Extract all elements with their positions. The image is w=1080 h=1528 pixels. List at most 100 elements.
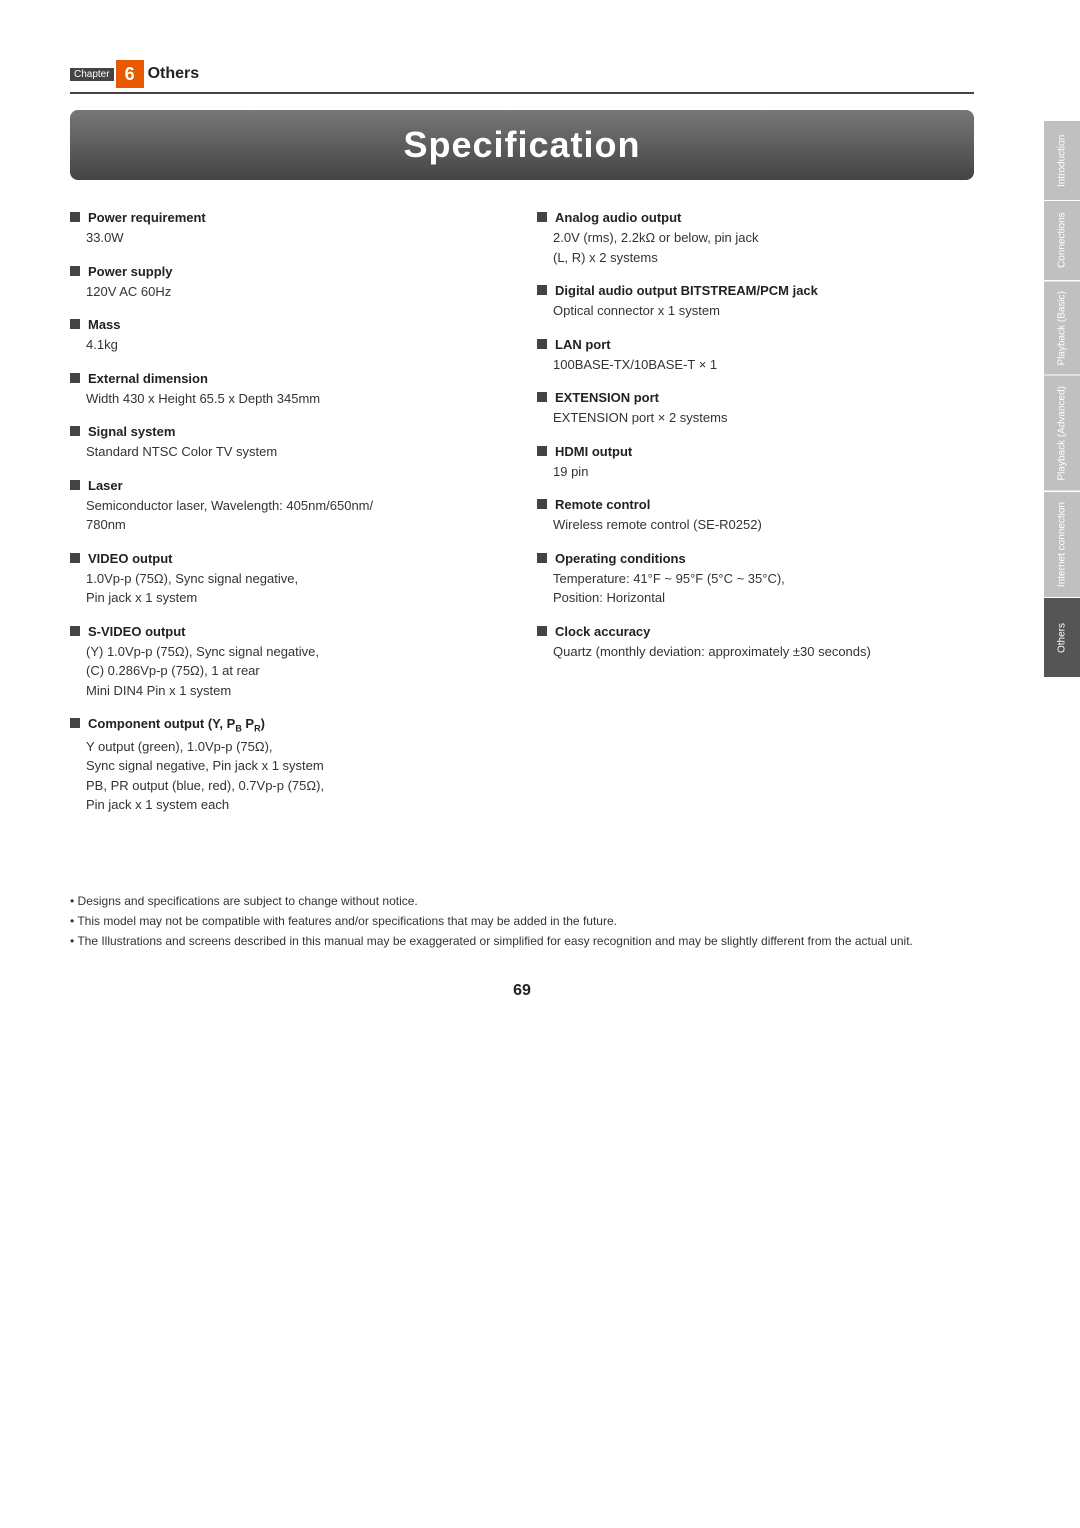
spec-bullet-icon: [537, 285, 547, 295]
spec-value: 19 pin: [537, 462, 974, 482]
spec-value: (Y) 1.0Vp-p (75Ω), Sync signal negative,…: [70, 642, 507, 701]
spec-label-text: Component output (Y, PB PR): [88, 716, 265, 734]
spec-bullet-icon: [537, 553, 547, 563]
spec-value: 2.0V (rms), 2.2kΩ or below, pin jack(L, …: [537, 228, 974, 267]
spec-label: EXTENSION port: [537, 390, 974, 405]
spec-label-text: HDMI output: [555, 444, 632, 459]
spec-item-left-1: Power supply 120V AC 60Hz: [70, 264, 507, 302]
spec-item-right-4: HDMI output 19 pin: [537, 444, 974, 482]
spec-bullet-icon: [537, 499, 547, 509]
spec-label: Operating conditions: [537, 551, 974, 566]
spec-label: Component output (Y, PB PR): [70, 716, 507, 734]
spec-label: LAN port: [537, 337, 974, 352]
spec-bullet-icon: [537, 392, 547, 402]
sidebar-tabs: Introduction Connections Playback (Basic…: [1044, 120, 1080, 677]
main-content: Chapter 6 Others Specification Power req…: [0, 0, 1034, 1060]
spec-label: Analog audio output: [537, 210, 974, 225]
page-title: Specification: [90, 124, 954, 166]
chapter-number: 6: [116, 60, 144, 88]
spec-label: Remote control: [537, 497, 974, 512]
footer-note-1: This model may not be compatible with fe…: [70, 911, 974, 931]
spec-label-text: Analog audio output: [555, 210, 681, 225]
chapter-title: Others: [148, 65, 200, 83]
spec-label-text: Mass: [88, 317, 121, 332]
spec-label: Power supply: [70, 264, 507, 279]
spec-label-text: Power requirement: [88, 210, 206, 225]
spec-item-left-7: S-VIDEO output (Y) 1.0Vp-p (75Ω), Sync si…: [70, 624, 507, 701]
spec-bullet-icon: [70, 626, 80, 636]
sidebar-tab-playback-basic[interactable]: Playback (Basic): [1044, 280, 1080, 375]
page-number: 69: [70, 982, 974, 1000]
spec-value: Y output (green), 1.0Vp-p (75Ω),Sync sig…: [70, 737, 507, 815]
spec-item-right-7: Clock accuracy Quartz (monthly deviation:…: [537, 624, 974, 662]
spec-bullet-icon: [70, 266, 80, 276]
sidebar-tab-connections[interactable]: Connections: [1044, 200, 1080, 280]
spec-label-text: EXTENSION port: [555, 390, 659, 405]
spec-bullet-icon: [537, 446, 547, 456]
spec-item-left-5: Laser Semiconductor laser, Wavelength: 40…: [70, 478, 507, 535]
spec-label-text: Digital audio output BITSTREAM/PCM jack: [555, 283, 818, 298]
spec-label: Signal system: [70, 424, 507, 439]
spec-item-left-3: External dimension Width 430 x Height 65.…: [70, 371, 507, 409]
spec-label: VIDEO output: [70, 551, 507, 566]
spec-item-right-3: EXTENSION port EXTENSION port × 2 systems: [537, 390, 974, 428]
spec-label-text: Operating conditions: [555, 551, 686, 566]
spec-value: Optical connector x 1 system: [537, 301, 974, 321]
spec-label: External dimension: [70, 371, 507, 386]
spec-value: Wireless remote control (SE-R0252): [537, 515, 974, 535]
spec-bullet-icon: [537, 212, 547, 222]
spec-label-text: Laser: [88, 478, 123, 493]
spec-bullet-icon: [537, 339, 547, 349]
spec-label-text: Power supply: [88, 264, 173, 279]
spec-item-left-8: Component output (Y, PB PR) Y output (gre…: [70, 716, 507, 815]
spec-label-text: Clock accuracy: [555, 624, 650, 639]
spec-value: Standard NTSC Color TV system: [70, 442, 507, 462]
spec-bullet-icon: [70, 212, 80, 222]
spec-bullet-icon: [70, 480, 80, 490]
spec-value: 4.1kg: [70, 335, 507, 355]
spec-col-right: Analog audio output 2.0V (rms), 2.2kΩ or …: [537, 210, 974, 831]
spec-bullet-icon: [70, 553, 80, 563]
spec-bullet-icon: [70, 426, 80, 436]
spec-item-right-0: Analog audio output 2.0V (rms), 2.2kΩ or …: [537, 210, 974, 267]
sidebar-tab-introduction[interactable]: Introduction: [1044, 120, 1080, 200]
spec-value: 100BASE-TX/10BASE-T × 1: [537, 355, 974, 375]
spec-label: Mass: [70, 317, 507, 332]
spec-value: 120V AC 60Hz: [70, 282, 507, 302]
spec-bullet-icon: [70, 319, 80, 329]
spec-label-text: Signal system: [88, 424, 175, 439]
spec-label: Digital audio output BITSTREAM/PCM jack: [537, 283, 974, 298]
spec-label-text: VIDEO output: [88, 551, 173, 566]
spec-item-left-6: VIDEO output 1.0Vp-p (75Ω), Sync signal n…: [70, 551, 507, 608]
footer-note-2: The Illustrations and screens described …: [70, 931, 974, 951]
spec-item-right-6: Operating conditions Temperature: 41°F ~ …: [537, 551, 974, 608]
spec-value: Temperature: 41°F ~ 95°F (5°C ~ 35°C),Po…: [537, 569, 974, 608]
sidebar-tab-internet[interactable]: Internet connection: [1044, 491, 1080, 597]
spec-value: Quartz (monthly deviation: approximately…: [537, 642, 974, 662]
spec-label: Power requirement: [70, 210, 507, 225]
chapter-header: Chapter 6 Others: [70, 60, 974, 94]
spec-value: 1.0Vp-p (75Ω), Sync signal negative,Pin …: [70, 569, 507, 608]
spec-label: Laser: [70, 478, 507, 493]
spec-columns: Power requirement 33.0W Power supply 120V A…: [70, 210, 974, 831]
spec-bullet-icon: [70, 718, 80, 728]
spec-label: S-VIDEO output: [70, 624, 507, 639]
footer-note-0: Designs and specifications are subject t…: [70, 891, 974, 911]
spec-item-right-1: Digital audio output BITSTREAM/PCM jack O…: [537, 283, 974, 321]
spec-label-text: S-VIDEO output: [88, 624, 186, 639]
spec-label: HDMI output: [537, 444, 974, 459]
spec-bullet-icon: [70, 373, 80, 383]
spec-value: Width 430 x Height 65.5 x Depth 345mm: [70, 389, 507, 409]
spec-value: 33.0W: [70, 228, 507, 248]
sidebar-tab-playback-advanced[interactable]: Playback (Advanced): [1044, 375, 1080, 491]
spec-value: EXTENSION port × 2 systems: [537, 408, 974, 428]
spec-value: Semiconductor laser, Wavelength: 405nm/6…: [70, 496, 507, 535]
chapter-prefix: Chapter: [70, 68, 114, 81]
page-title-container: Specification: [70, 110, 974, 180]
spec-label-text: Remote control: [555, 497, 650, 512]
sidebar-tab-others[interactable]: Others: [1044, 597, 1080, 677]
spec-bullet-icon: [537, 626, 547, 636]
spec-item-left-0: Power requirement 33.0W: [70, 210, 507, 248]
spec-col-left: Power requirement 33.0W Power supply 120V A…: [70, 210, 507, 831]
spec-item-left-4: Signal system Standard NTSC Color TV syst…: [70, 424, 507, 462]
